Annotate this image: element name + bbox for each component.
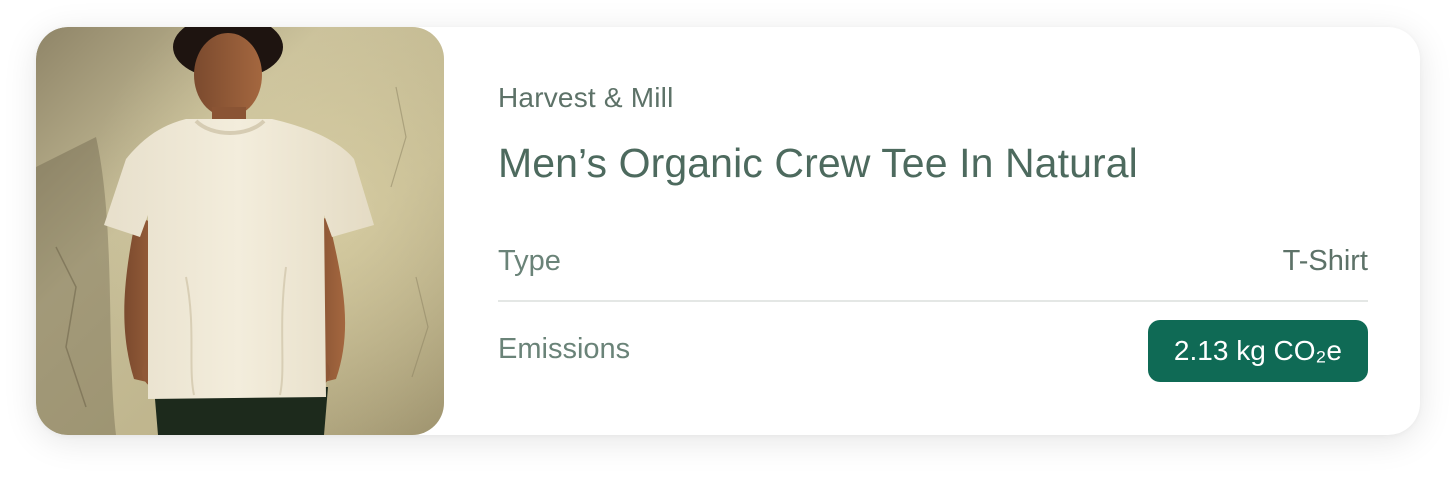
emissions-label: Emissions [498, 333, 631, 365]
row-divider [498, 300, 1368, 302]
product-title: Men’s Organic Crew Tee In Natural [498, 140, 1138, 186]
emissions-badge: 2.13 kg CO₂e [1147, 320, 1368, 382]
product-card[interactable]: Harvest & Mill Men’s Organic Crew Tee In… [36, 27, 1420, 435]
product-photo [36, 27, 444, 435]
product-photo-illustration [36, 27, 444, 435]
type-label: Type [498, 245, 561, 277]
product-info: Harvest & Mill Men’s Organic Crew Tee In… [498, 27, 1368, 435]
type-value: T-Shirt [1282, 245, 1368, 277]
brand-name: Harvest & Mill [498, 82, 674, 113]
